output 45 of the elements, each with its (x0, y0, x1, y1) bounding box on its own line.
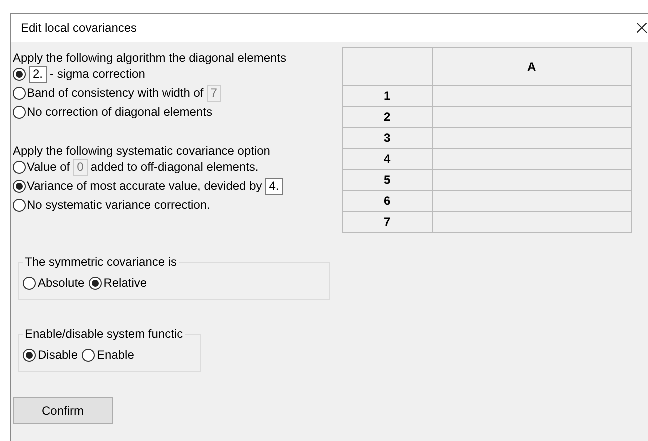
close-icon[interactable] (637, 23, 647, 33)
option-label: Relative (104, 276, 148, 290)
table-cell[interactable] (432, 148, 632, 170)
table-cell[interactable] (432, 128, 632, 148)
group-legend: The symmetric covariance is (23, 254, 180, 270)
section-heading: Apply the following systematic covariance option (13, 144, 272, 158)
table-cell[interactable] (432, 106, 632, 128)
window-title: Edit local covariances (21, 21, 138, 35)
row-header: 6 (342, 190, 432, 212)
section-heading: Apply the following algorithm the diagonal elements (13, 51, 288, 65)
option-label: No systematic variance correction. (27, 197, 210, 214)
option-label: Disable (38, 348, 78, 362)
radio-selected[interactable] (13, 68, 26, 81)
row-header: 5 (342, 170, 432, 190)
radio-selected[interactable] (13, 180, 26, 193)
row-header: 1 (342, 86, 432, 106)
option-label: - sigma correction (50, 66, 146, 83)
radio-button[interactable] (23, 276, 36, 290)
radio-selected[interactable] (23, 348, 36, 362)
number-field[interactable]: 4. (265, 178, 284, 195)
table-cell[interactable] (432, 190, 632, 212)
option-label: Variance of most accurate value, devided by (27, 178, 262, 195)
radio-button[interactable] (13, 161, 26, 174)
radio-button[interactable] (13, 87, 26, 100)
table-cell[interactable] (432, 170, 632, 190)
option-label: Value of (27, 159, 70, 176)
row-header: 2 (342, 106, 432, 128)
radio-selected[interactable] (88, 276, 102, 290)
number-field[interactable]: 2. (29, 66, 48, 83)
row-header: 7 (342, 212, 432, 232)
radio-button[interactable] (13, 199, 26, 212)
option-label: Enable (97, 348, 134, 362)
radio-button[interactable] (13, 106, 26, 119)
column-header: A (432, 48, 632, 86)
option-label: No correction of diagonal elements (27, 104, 212, 121)
radio-button[interactable] (82, 348, 96, 362)
table-cell[interactable] (432, 212, 632, 232)
table-cell[interactable] (432, 86, 632, 106)
option-label: added to off-diagonal elements. (90, 159, 259, 176)
option-label: Band of consistency with width of (27, 85, 204, 102)
option-label: Absolute (38, 276, 85, 290)
row-header: 3 (342, 128, 432, 148)
row-header: 4 (342, 148, 432, 170)
confirm-button[interactable]: Confirm (13, 397, 113, 424)
group-legend: Enable/disable system functic (23, 326, 186, 342)
